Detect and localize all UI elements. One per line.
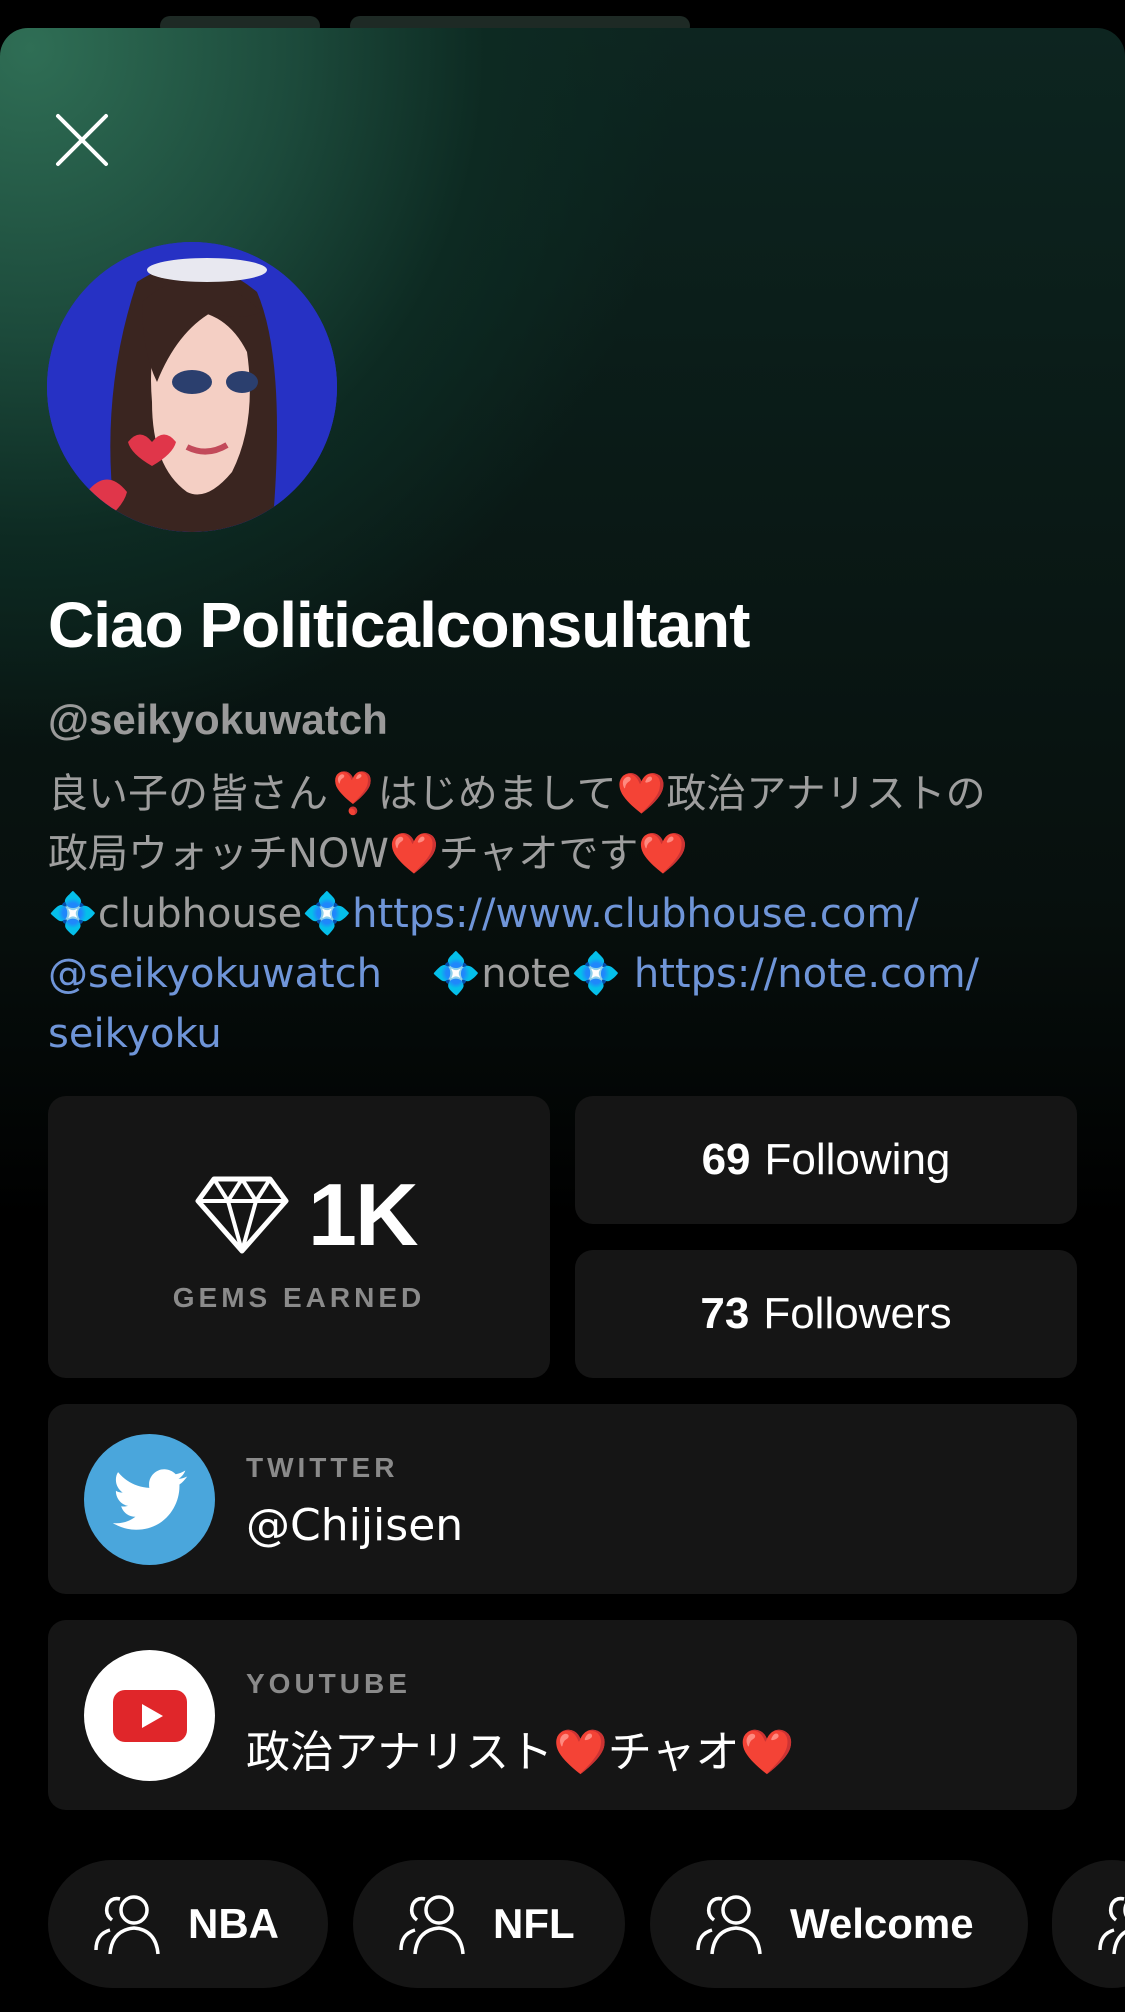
club-pill-more[interactable] (1052, 1860, 1125, 1988)
profile-handle: @seikyokuwatch (48, 696, 388, 743)
diamond-icon: 💠 (431, 951, 482, 997)
members-icon (1098, 1896, 1125, 1955)
followers-button[interactable]: 73 Followers (575, 1250, 1077, 1378)
twitter-card[interactable]: TWITTER @Chijisen (48, 1404, 1077, 1594)
youtube-card[interactable]: YOUTUBE 政治アナリスト❤️チャオ❤️ (48, 1620, 1077, 1810)
following-count: 69 (701, 1135, 751, 1184)
avatar[interactable] (47, 242, 337, 532)
bio-line-note: @seikyokuwatch 💠note💠 https://note.com/ (48, 944, 1068, 1004)
twitter-label: TWITTER (246, 1452, 399, 1483)
bio-line: 政局ウォッチNOW❤️チャオです❤️ (48, 831, 689, 877)
club-pill-nba[interactable]: NBA (48, 1860, 328, 1988)
members-icon (696, 1895, 762, 1955)
bio-clubhouse-label: clubhouse (97, 891, 303, 937)
club-pill-nfl[interactable]: NFL (353, 1860, 625, 1988)
club-label-nfl: NFL (493, 1900, 575, 1947)
youtube-channel: 政治アナリスト❤️チャオ❤️ (246, 1727, 795, 1778)
club-label-welcome: Welcome (790, 1900, 974, 1947)
clubhouse-link[interactable]: https://www.clubhouse.com/ (352, 891, 919, 937)
diamond-icon: 💠 (302, 891, 353, 937)
members-icon (94, 1895, 160, 1955)
diamond-icon: 💠 (48, 891, 98, 937)
clubhouse-handle-link[interactable]: @seikyokuwatch (48, 951, 382, 997)
gems-count: 1K (308, 1165, 418, 1264)
club-label-nba: NBA (188, 1900, 279, 1947)
following-button[interactable]: 69 Following (575, 1096, 1077, 1224)
profile-sheet: Ciao Politicalconsultant @seikyokuwatch … (0, 28, 1125, 2012)
close-icon[interactable] (52, 110, 112, 170)
gems-label: GEMS EARNED (172, 1282, 426, 1313)
bio-note-label: note (481, 951, 572, 997)
followers-count: 73 (700, 1289, 750, 1338)
note-link[interactable]: https://note.com/ (634, 951, 979, 997)
gems-row: 1K (194, 1164, 418, 1266)
twitter-icon (84, 1434, 215, 1565)
members-icon (399, 1895, 465, 1955)
gems-card[interactable]: 1K GEMS EARNED (48, 1096, 550, 1378)
profile-name: Ciao Politicalconsultant (48, 589, 750, 661)
diamond-outline-icon (195, 1176, 289, 1254)
diamond-icon: 💠 (571, 951, 622, 997)
followers-label: Followers (763, 1289, 952, 1338)
bio-line: 良い子の皆さん❣️はじめまして❤️政治アナリストの (48, 771, 986, 817)
note-handle-link[interactable]: seikyoku (48, 1011, 222, 1057)
profile-bio: 良い子の皆さん❣️はじめまして❤️政治アナリストの 政局ウォッチNOW❤️チャオ… (48, 764, 1068, 1064)
youtube-icon (84, 1650, 215, 1781)
twitter-handle: @Chijisen (246, 1500, 464, 1551)
club-pill-welcome[interactable]: Welcome (650, 1860, 1028, 1988)
following-label: Following (764, 1135, 951, 1184)
youtube-label: YOUTUBE (246, 1668, 411, 1699)
bio-line: seikyoku (48, 1004, 1068, 1064)
bio-line-clubhouse: 💠clubhouse💠https://www.clubhouse.com/ (48, 884, 1068, 944)
